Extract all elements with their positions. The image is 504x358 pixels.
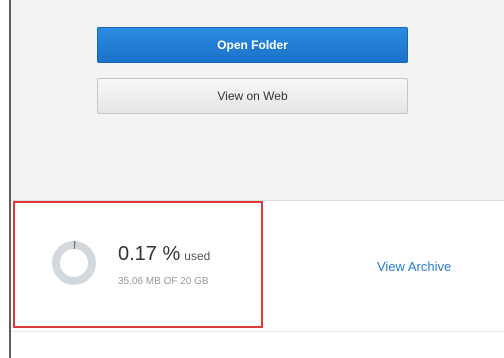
usage-percent: 0.17 % used [118,243,210,266]
usage-size-text: 35.06 MB OF 20 GB [118,276,209,287]
open-folder-button[interactable]: Open Folder [97,27,408,63]
usage-percent-suffix: used [184,249,211,263]
donut-track [52,241,96,285]
bottom-divider [11,331,504,332]
view-on-web-button[interactable]: View on Web [97,78,408,114]
usage-percent-value: 0.17 % [118,243,181,265]
view-archive-link[interactable]: View Archive [377,259,451,274]
storage-usage-donut-icon [52,241,96,285]
